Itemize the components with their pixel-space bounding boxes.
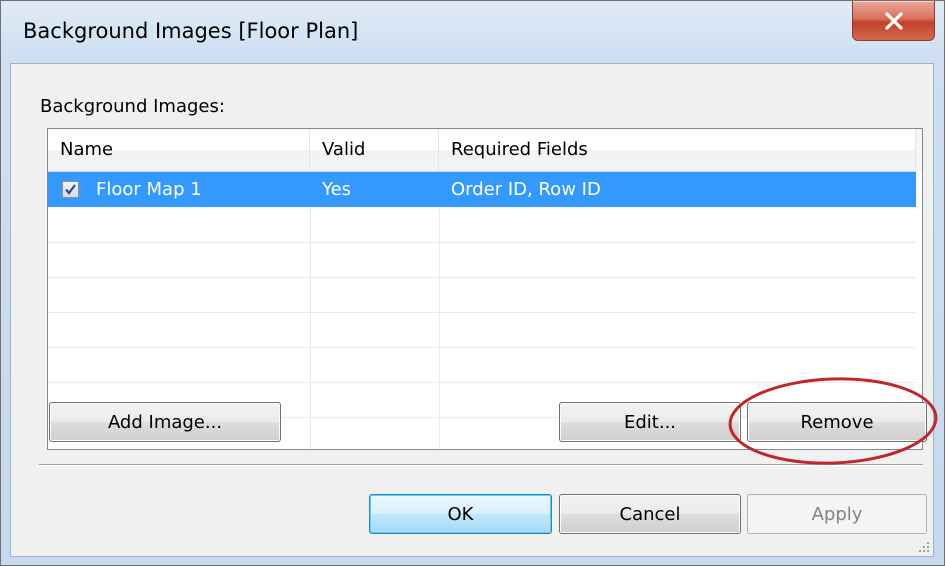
close-button[interactable] (852, 1, 935, 41)
separator-line (39, 464, 923, 466)
grid-line (48, 242, 916, 243)
grid-line (310, 207, 311, 449)
resize-grip-icon[interactable] (918, 541, 930, 553)
dialog-window: Background Images [Floor Plan] Backgroun… (0, 0, 945, 566)
row-required-fields-cell: Order ID, Row ID (451, 179, 601, 200)
header-filler (916, 129, 922, 171)
row-valid-cell: Yes (322, 179, 352, 200)
grid-line (48, 312, 916, 313)
table-row[interactable]: Floor Map 1 Yes Order ID, Row ID (48, 172, 916, 207)
edit-button[interactable]: Edit... (559, 402, 741, 442)
row-name-cell: Floor Map 1 (96, 179, 202, 200)
grid-line (48, 347, 916, 348)
cancel-button[interactable]: Cancel (559, 494, 741, 534)
background-images-label: Background Images: (40, 96, 225, 117)
add-image-button[interactable]: Add Image... (49, 402, 281, 442)
row-checkbox[interactable] (62, 181, 79, 198)
column-header-name[interactable]: Name (48, 129, 310, 171)
remove-button[interactable]: Remove (747, 402, 927, 442)
window-title: Background Images [Floor Plan] (23, 19, 359, 43)
column-header-required-fields[interactable]: Required Fields (439, 129, 916, 171)
checkmark-icon (65, 184, 76, 195)
list-header: Name Valid Required Fields (48, 129, 916, 172)
dialog-client-area: Background Images: Name Valid Required F… (10, 63, 934, 557)
close-icon (884, 11, 903, 30)
column-header-valid[interactable]: Valid (310, 129, 439, 171)
grid-line (48, 277, 916, 278)
ok-button[interactable]: OK (369, 494, 552, 534)
apply-button: Apply (747, 494, 927, 534)
grid-line (48, 382, 916, 383)
grid-line (439, 207, 440, 449)
